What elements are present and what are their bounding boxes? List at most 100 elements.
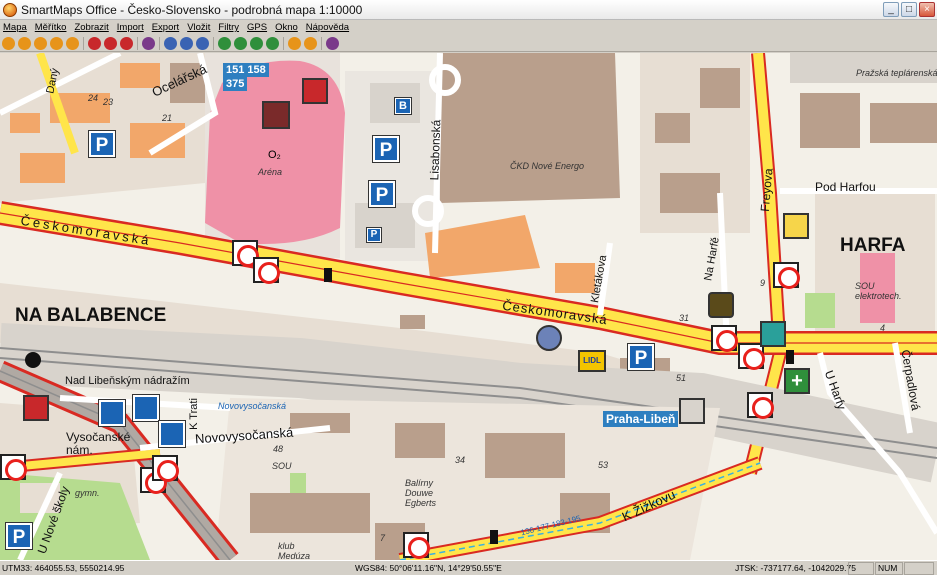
gps-icon[interactable] bbox=[234, 36, 247, 50]
jtsk-coordinates: JTSK: -737177.64, -1042029.75 bbox=[735, 563, 856, 573]
house-number: 4 bbox=[880, 323, 886, 333]
house-number: 23 bbox=[103, 97, 114, 107]
district-label: NA BALABENCE bbox=[15, 305, 167, 326]
menu-zobrazit[interactable]: Zobrazit bbox=[74, 22, 108, 33]
monument-icon[interactable] bbox=[25, 352, 41, 368]
save-icon[interactable] bbox=[18, 36, 31, 50]
poi-icon[interactable] bbox=[288, 36, 301, 50]
lidl-icon[interactable]: LIDL bbox=[578, 350, 606, 372]
hotel-icon[interactable] bbox=[158, 420, 186, 448]
traffic-light-icon bbox=[490, 530, 498, 544]
metro-icon[interactable] bbox=[773, 262, 800, 289]
place-label: SOU elektrotech. bbox=[855, 281, 902, 301]
house-number: 7 bbox=[380, 533, 386, 543]
zoom-in-icon[interactable] bbox=[164, 36, 177, 50]
radio-icon[interactable] bbox=[536, 325, 562, 351]
bus-parking-icon[interactable]: B bbox=[394, 97, 412, 115]
post-icon[interactable] bbox=[708, 292, 734, 318]
toolbar bbox=[0, 35, 937, 52]
ice-rink-icon[interactable] bbox=[262, 101, 290, 129]
map-canvas[interactable]: NA BALABENCE HARFA Českomoravská Českomo… bbox=[0, 53, 937, 560]
bank-icon[interactable] bbox=[302, 78, 328, 104]
status-box bbox=[848, 562, 874, 575]
menu-export[interactable]: Export bbox=[152, 22, 179, 33]
street-label: Vysočanské nám. bbox=[66, 430, 131, 457]
route-alt-icon[interactable] bbox=[266, 36, 279, 50]
wgs84-coordinates: WGS84: 50°06'11.16"N, 14°29'50.55"E bbox=[355, 563, 502, 573]
house-number: 24 bbox=[88, 93, 99, 103]
app-icon bbox=[3, 2, 17, 17]
place-label: Pražská teplárenská bbox=[856, 68, 937, 78]
bus-lines-label: 375 bbox=[223, 77, 248, 91]
street-label: Pod Harfou bbox=[815, 180, 876, 194]
metro-icon[interactable] bbox=[747, 392, 774, 419]
metro-icon[interactable] bbox=[152, 455, 179, 482]
place-label: klub Medúza bbox=[278, 541, 311, 560]
metro-icon[interactable] bbox=[253, 257, 280, 284]
print-icon[interactable] bbox=[34, 36, 47, 50]
home-icon[interactable] bbox=[88, 36, 101, 50]
house-number: 21 bbox=[162, 113, 173, 123]
copy-icon[interactable] bbox=[50, 36, 63, 50]
minimize-button[interactable]: _ bbox=[883, 2, 899, 17]
house-number: 9 bbox=[760, 278, 766, 288]
settings-icon[interactable] bbox=[304, 36, 317, 50]
status-box bbox=[904, 562, 934, 575]
parking-icon[interactable]: P bbox=[372, 135, 400, 163]
close-button[interactable]: × bbox=[919, 2, 935, 17]
menu-import[interactable]: Import bbox=[117, 22, 144, 33]
toolbar-separator bbox=[213, 36, 214, 50]
status-box bbox=[875, 562, 903, 575]
shell-gas-icon[interactable] bbox=[783, 213, 809, 239]
parking-icon[interactable]: P bbox=[627, 343, 655, 371]
ckd-building bbox=[440, 53, 620, 203]
window-controls: _ □ × bbox=[883, 2, 935, 17]
parking-icon[interactable]: P bbox=[368, 180, 396, 208]
metro-icon[interactable] bbox=[711, 325, 738, 352]
metro-icon[interactable] bbox=[0, 454, 27, 481]
parking-icon[interactable]: P bbox=[5, 522, 33, 550]
hotel-icon[interactable] bbox=[98, 399, 126, 427]
window-title: SmartMaps Office - Česko-Slovensko - pod… bbox=[21, 2, 363, 17]
place-label: O₂ bbox=[268, 149, 281, 161]
restaurant-icon[interactable] bbox=[23, 395, 49, 421]
zoom-extent-icon[interactable] bbox=[196, 36, 209, 50]
place-label: SOU bbox=[272, 461, 292, 471]
house-number: 34 bbox=[455, 455, 466, 465]
place-label: ČKD Nové Energo bbox=[510, 161, 585, 171]
street-label: Lisabonská bbox=[427, 119, 444, 181]
menu-mapa[interactable]: Mapa bbox=[3, 22, 27, 33]
menu-bar: Mapa Měřítko Zobrazit Import Export Vlož… bbox=[0, 20, 937, 35]
menu-gps[interactable]: GPS bbox=[247, 22, 267, 33]
train-icon[interactable] bbox=[679, 398, 705, 424]
metro-icon[interactable] bbox=[403, 532, 430, 559]
menu-vlozit[interactable]: Vložit bbox=[187, 22, 210, 33]
parking-icon[interactable]: P bbox=[88, 130, 116, 158]
info-icon[interactable] bbox=[120, 36, 133, 50]
house-number: 31 bbox=[679, 313, 690, 323]
pharmacy-icon[interactable]: + bbox=[784, 368, 810, 394]
menu-okno[interactable]: Okno bbox=[275, 22, 298, 33]
open-icon[interactable] bbox=[2, 36, 15, 50]
traffic-light-icon bbox=[324, 268, 332, 282]
help-icon[interactable] bbox=[326, 36, 339, 50]
route-icon[interactable] bbox=[250, 36, 263, 50]
parking-icon[interactable]: P bbox=[366, 227, 382, 243]
menu-meritko[interactable]: Měřítko bbox=[35, 22, 67, 33]
paste-icon[interactable] bbox=[66, 36, 79, 50]
eye-icon[interactable] bbox=[142, 36, 155, 50]
zoom-out-icon[interactable] bbox=[180, 36, 193, 50]
bicycle-icon[interactable] bbox=[760, 321, 786, 347]
toolbar-separator bbox=[137, 36, 138, 50]
zoom-area-icon[interactable] bbox=[104, 36, 117, 50]
street-label: K Trati bbox=[187, 398, 200, 430]
menu-napoveda[interactable]: Nápověda bbox=[306, 22, 349, 33]
menu-filtry[interactable]: Filtry bbox=[218, 22, 239, 33]
toolbar-separator bbox=[83, 36, 84, 50]
layers-icon[interactable] bbox=[218, 36, 231, 50]
bus-lines-label: 151 158 bbox=[223, 63, 269, 77]
hotel-icon[interactable] bbox=[132, 394, 160, 422]
status-bar: UTM33: 464055.53, 5550214.95 WGS84: 50°0… bbox=[0, 560, 937, 575]
maximize-button[interactable]: □ bbox=[901, 2, 917, 17]
house-number: 51 bbox=[676, 373, 687, 383]
